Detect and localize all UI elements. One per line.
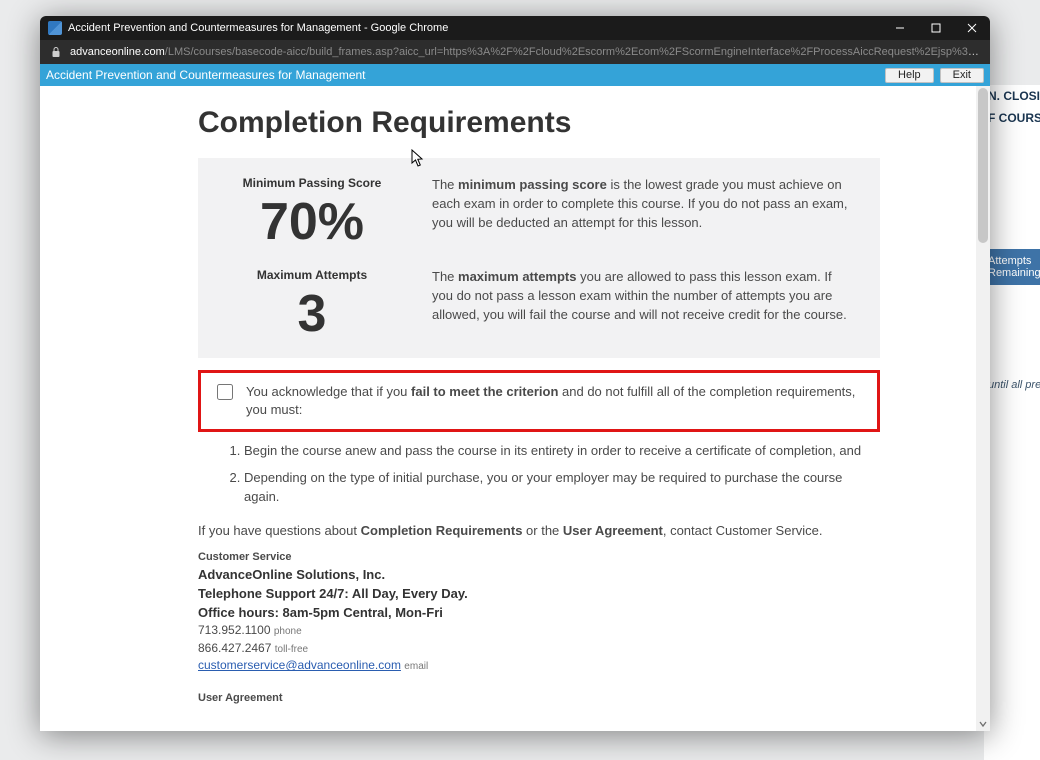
- q-bold1: Completion Requirements: [361, 523, 523, 538]
- cs-heading: Customer Service: [198, 550, 950, 566]
- q-mid: or the: [522, 523, 562, 538]
- minimize-button[interactable]: [882, 16, 918, 40]
- bg-header-2: F COURSE: [984, 107, 1040, 129]
- attempts-description: The maximum attempts you are allowed to …: [432, 268, 856, 340]
- attempts-bold: maximum attempts: [458, 269, 576, 284]
- phone-1-row: 713.952.1100 phone: [198, 622, 950, 640]
- office-hours: Office hours: 8am-5pm Central, Mon-Fri: [198, 604, 950, 623]
- content-area: Completion Requirements Minimum Passing …: [40, 86, 990, 731]
- score-bold: minimum passing score: [458, 177, 607, 192]
- ack-prefix: You acknowledge that if you: [246, 384, 411, 399]
- url-host: advanceonline.com: [70, 46, 165, 58]
- help-button[interactable]: Help: [885, 68, 934, 83]
- bg-attempts-header: Attempts Remaining: [984, 249, 1040, 285]
- lock-icon: [50, 46, 62, 58]
- q-prefix: If you have questions about: [198, 523, 361, 538]
- list-item: Begin the course anew and pass the cours…: [244, 442, 870, 461]
- phone-2: 866.427.2467: [198, 641, 271, 655]
- phone-1: 713.952.1100: [198, 623, 271, 637]
- bg-attempts-1: Attempts: [988, 255, 1036, 267]
- close-button[interactable]: [954, 16, 990, 40]
- email-link[interactable]: customerservice@advanceonline.com: [198, 658, 401, 672]
- acknowledge-text: You acknowledge that if you fail to meet…: [246, 383, 865, 419]
- window-title: Accident Prevention and Countermeasures …: [68, 22, 882, 34]
- support-line: Telephone Support 24/7: All Day, Every D…: [198, 585, 950, 604]
- score-label: Minimum Passing Score: [222, 176, 402, 190]
- bg-attempts-2: Remaining: [988, 267, 1036, 279]
- address-bar[interactable]: advanceonline.com/LMS/courses/basecode-a…: [40, 40, 990, 64]
- phone-1-label: phone: [274, 626, 302, 637]
- chrome-window: Accident Prevention and Countermeasures …: [40, 16, 990, 731]
- background-course-panel: N. CLOSI F COURSE Attempts Remaining unt…: [984, 85, 1040, 760]
- bg-header-1: N. CLOSI: [984, 85, 1040, 107]
- course-header: Accident Prevention and Countermeasures …: [40, 64, 990, 86]
- attempts-prefix: The: [432, 269, 458, 284]
- score-row: Minimum Passing Score 70% The minimum pa…: [222, 176, 856, 248]
- url-path: /LMS/courses/basecode-aicc/build_frames.…: [165, 46, 980, 58]
- course-title: Accident Prevention and Countermeasures …: [46, 68, 879, 82]
- list-item: Depending on the type of initial purchas…: [244, 469, 870, 507]
- score-description: The minimum passing score is the lowest …: [432, 176, 856, 248]
- app-logo-icon: [48, 21, 62, 35]
- url-text: advanceonline.com/LMS/courses/basecode-a…: [70, 46, 980, 58]
- window-buttons: [882, 16, 990, 40]
- attempts-row: Maximum Attempts 3 The maximum attempts …: [222, 268, 856, 340]
- attempts-label: Maximum Attempts: [222, 268, 402, 282]
- company-name: AdvanceOnline Solutions, Inc.: [198, 566, 950, 585]
- page-title: Completion Requirements: [198, 106, 950, 140]
- q-bold2: User Agreement: [563, 523, 663, 538]
- acknowledge-checkbox[interactable]: [217, 384, 233, 400]
- score-prefix: The: [432, 177, 458, 192]
- customer-service-block: Customer Service AdvanceOnline Solutions…: [198, 550, 950, 707]
- ack-bold: fail to meet the criterion: [411, 384, 558, 399]
- user-agreement-heading: User Agreement: [198, 691, 950, 707]
- q-suffix: , contact Customer Service.: [663, 523, 823, 538]
- score-value: 70%: [222, 196, 402, 248]
- requirements-box: Minimum Passing Score 70% The minimum pa…: [198, 158, 880, 358]
- window-titlebar: Accident Prevention and Countermeasures …: [40, 16, 990, 40]
- attempts-value: 3: [222, 288, 402, 340]
- exit-button[interactable]: Exit: [940, 68, 984, 83]
- acknowledge-box: You acknowledge that if you fail to meet…: [198, 370, 880, 432]
- questions-line: If you have questions about Completion R…: [198, 523, 870, 538]
- phone-2-row: 866.427.2467 toll-free: [198, 640, 950, 658]
- email-row: customerservice@advanceonline.com email: [198, 657, 950, 675]
- maximize-button[interactable]: [918, 16, 954, 40]
- phone-2-label: toll-free: [275, 644, 308, 655]
- acknowledge-list: Begin the course anew and pass the cours…: [228, 442, 870, 507]
- email-label: email: [404, 661, 428, 672]
- bg-note: until all pre: [984, 375, 1040, 395]
